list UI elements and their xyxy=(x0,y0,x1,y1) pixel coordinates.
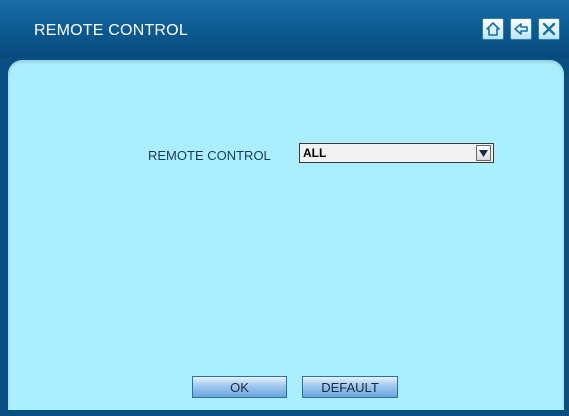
remote-control-label: REMOTE CONTROL xyxy=(148,148,271,163)
home-button[interactable] xyxy=(482,18,504,40)
close-icon xyxy=(541,21,557,37)
window-title: REMOTE CONTROL xyxy=(34,22,188,39)
back-button[interactable] xyxy=(510,18,532,40)
ok-button[interactable]: OK xyxy=(192,376,287,398)
back-arrow-icon xyxy=(513,21,529,37)
chevron-down-icon[interactable] xyxy=(476,145,491,161)
remote-control-select[interactable]: ALL xyxy=(299,143,494,163)
ok-button-label: OK xyxy=(230,379,249,395)
home-icon xyxy=(485,21,501,37)
remote-control-window: REMOTE CONTROL REMOTE CONTROL ALL OK DEF… xyxy=(0,0,569,416)
default-button-label: DEFAULT xyxy=(321,379,379,395)
title-bar: REMOTE CONTROL xyxy=(0,0,569,58)
remote-control-value: ALL xyxy=(303,146,327,160)
content-panel xyxy=(8,60,564,410)
close-button[interactable] xyxy=(538,18,560,40)
default-button[interactable]: DEFAULT xyxy=(302,376,398,398)
